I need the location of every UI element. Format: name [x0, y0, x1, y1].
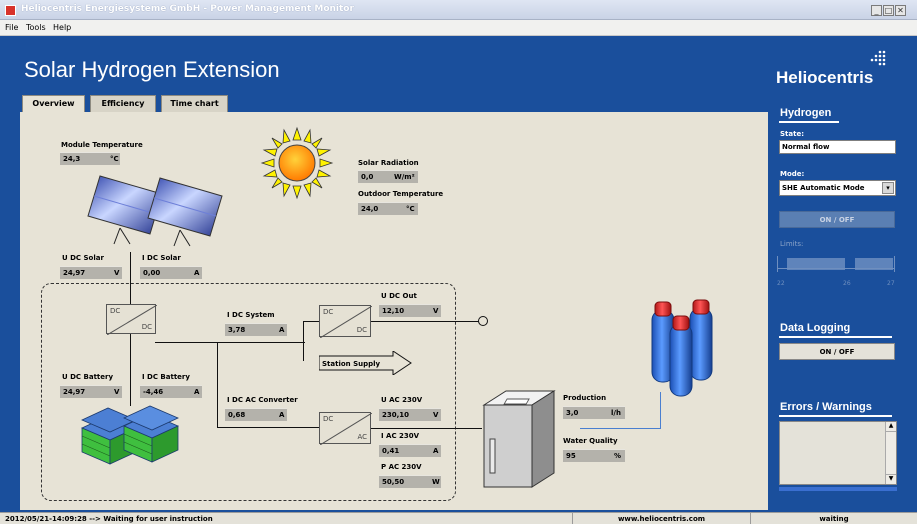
status-website-link[interactable]: www.heliocentris.com: [572, 513, 750, 524]
water-quality-label: Water Quality: [563, 437, 618, 445]
output-terminal: [478, 316, 488, 326]
wire: [303, 321, 304, 361]
u-ac-230v-value: 230,10 V: [379, 408, 441, 421]
data-logging-heading-rule: [779, 336, 892, 338]
module-temperature-label: Module Temperature: [61, 141, 143, 149]
status-bar: 2012/05/21-14:09:28 --> Waiting for user…: [0, 512, 917, 524]
i-dc-solar-label: I DC Solar: [142, 254, 181, 262]
wire: [155, 342, 305, 343]
menu-tools[interactable]: Tools: [26, 23, 46, 32]
i-dc-system-label: I DC System: [227, 311, 275, 319]
i-dc-ac-converter-value: 0,68 A: [225, 408, 287, 421]
module-temperature-value: 24,3 °C: [60, 152, 120, 165]
dc-dc-converter-solar: DC DC: [106, 304, 157, 335]
u-dc-out-value: 12,10 V: [379, 304, 441, 317]
scroll-down-icon[interactable]: ▼: [886, 474, 896, 484]
i-dc-battery-value: -4,46 A: [140, 385, 202, 398]
errors-scrollbar[interactable]: ▲ ▼: [885, 422, 896, 484]
mode-select-value: SHE Automatic Mode: [782, 184, 865, 192]
u-dc-solar-label: U DC Solar: [62, 254, 104, 262]
wire: [217, 427, 319, 428]
tab-overview[interactable]: Overview: [22, 95, 85, 113]
i-dc-ac-converter-label: I DC AC Converter: [227, 396, 298, 404]
water-quality-value: 95%: [563, 449, 625, 462]
menu-bar: File Tools Help: [0, 20, 917, 36]
i-dc-solar-value: 0,00 A: [140, 266, 202, 279]
p-ac-230v-label: P AC 230V: [381, 463, 422, 471]
production-value: 3,0 l/h: [563, 406, 625, 419]
data-logging-heading: Data Logging: [780, 322, 851, 334]
u-dc-out-label: U DC Out: [381, 292, 417, 300]
wire: [370, 321, 480, 322]
close-button[interactable]: ✕: [895, 5, 906, 16]
hydrogen-onoff-button[interactable]: ON / OFF: [779, 211, 895, 228]
wire: [303, 321, 319, 322]
solar-panels-icon: [87, 175, 223, 247]
wire: [217, 342, 218, 428]
state-label: State:: [780, 130, 805, 138]
minimize-button[interactable]: _: [871, 5, 882, 16]
limits-tick-mid: 26: [843, 280, 851, 287]
status-state: waiting: [750, 513, 917, 524]
menu-file[interactable]: File: [5, 23, 18, 32]
i-ac-230v-value: 0,41 A: [379, 444, 441, 457]
battery-stack-icon: [81, 405, 179, 465]
solar-radiation-label: Solar Radiation: [358, 159, 419, 167]
brand-logo: Heliocentris: [776, 68, 874, 87]
errors-warnings-heading-rule: [779, 415, 892, 417]
tab-time-chart[interactable]: Time chart: [161, 95, 228, 112]
hydrogen-heading: Hydrogen: [780, 107, 832, 119]
outdoor-temperature-label: Outdoor Temperature: [358, 190, 444, 198]
data-logging-onoff-button[interactable]: ON / OFF: [779, 343, 895, 360]
window-title: Heliocentris Energiesysteme GmbH - Power…: [21, 4, 354, 14]
limits-slider[interactable]: [777, 254, 895, 278]
mode-select[interactable]: SHE Automatic Mode ▾: [779, 180, 896, 196]
sun-icon: [260, 126, 334, 200]
mode-label: Mode:: [780, 170, 805, 178]
scroll-up-icon[interactable]: ▲: [886, 422, 896, 432]
dc-ac-converter: DC AC: [319, 412, 372, 445]
state-field: Normal flow: [779, 140, 896, 154]
brand-dots-icon: [870, 50, 886, 66]
u-dc-battery-label: U DC Battery: [62, 373, 114, 381]
u-dc-battery-value: 24,97 V: [60, 385, 122, 398]
status-message: 2012/05/21-14:09:28 --> Waiting for user…: [5, 515, 213, 523]
chevron-down-icon[interactable]: ▾: [882, 182, 894, 194]
progress-bar: [779, 487, 897, 491]
limits-label: Limits:: [780, 240, 804, 248]
window-titlebar: Heliocentris Energiesysteme GmbH - Power…: [0, 0, 917, 20]
limits-tick-high: 27: [887, 280, 895, 287]
errors-warnings-heading: Errors / Warnings: [780, 401, 872, 413]
page-title: Solar Hydrogen Extension: [24, 57, 280, 82]
tab-efficiency[interactable]: Efficiency: [90, 95, 156, 112]
u-ac-230v-label: U AC 230V: [381, 396, 423, 404]
dc-dc-converter-out: DC DC: [319, 305, 372, 338]
i-dc-battery-label: I DC Battery: [142, 373, 190, 381]
p-ac-230v-value: 50,50 W: [379, 475, 441, 488]
wire: [370, 428, 482, 429]
station-supply-label: Station Supply: [322, 360, 381, 368]
errors-warnings-list[interactable]: ▲ ▼: [779, 421, 897, 485]
wire: [130, 334, 131, 406]
wire: [130, 252, 131, 304]
solar-radiation-value: 0,0 W/m²: [358, 170, 418, 183]
i-ac-230v-label: I AC 230V: [381, 432, 420, 440]
maximize-button[interactable]: □: [883, 5, 894, 16]
hydrogen-cylinders-icon: [651, 299, 713, 397]
limits-tick-low: 22: [777, 280, 785, 287]
hydrogen-heading-rule: [779, 121, 839, 123]
gas-line: [580, 428, 660, 429]
app-icon: [5, 5, 16, 16]
menu-help[interactable]: Help: [53, 23, 71, 32]
i-dc-system-value: 3,78 A: [225, 323, 287, 336]
outdoor-temperature-value: 24,0 °C: [358, 202, 418, 215]
u-dc-solar-value: 24,97 V: [60, 266, 122, 279]
production-label: Production: [563, 394, 607, 402]
overview-panel: Module Temperature 24,3 °C Solar Radiati…: [20, 112, 768, 510]
